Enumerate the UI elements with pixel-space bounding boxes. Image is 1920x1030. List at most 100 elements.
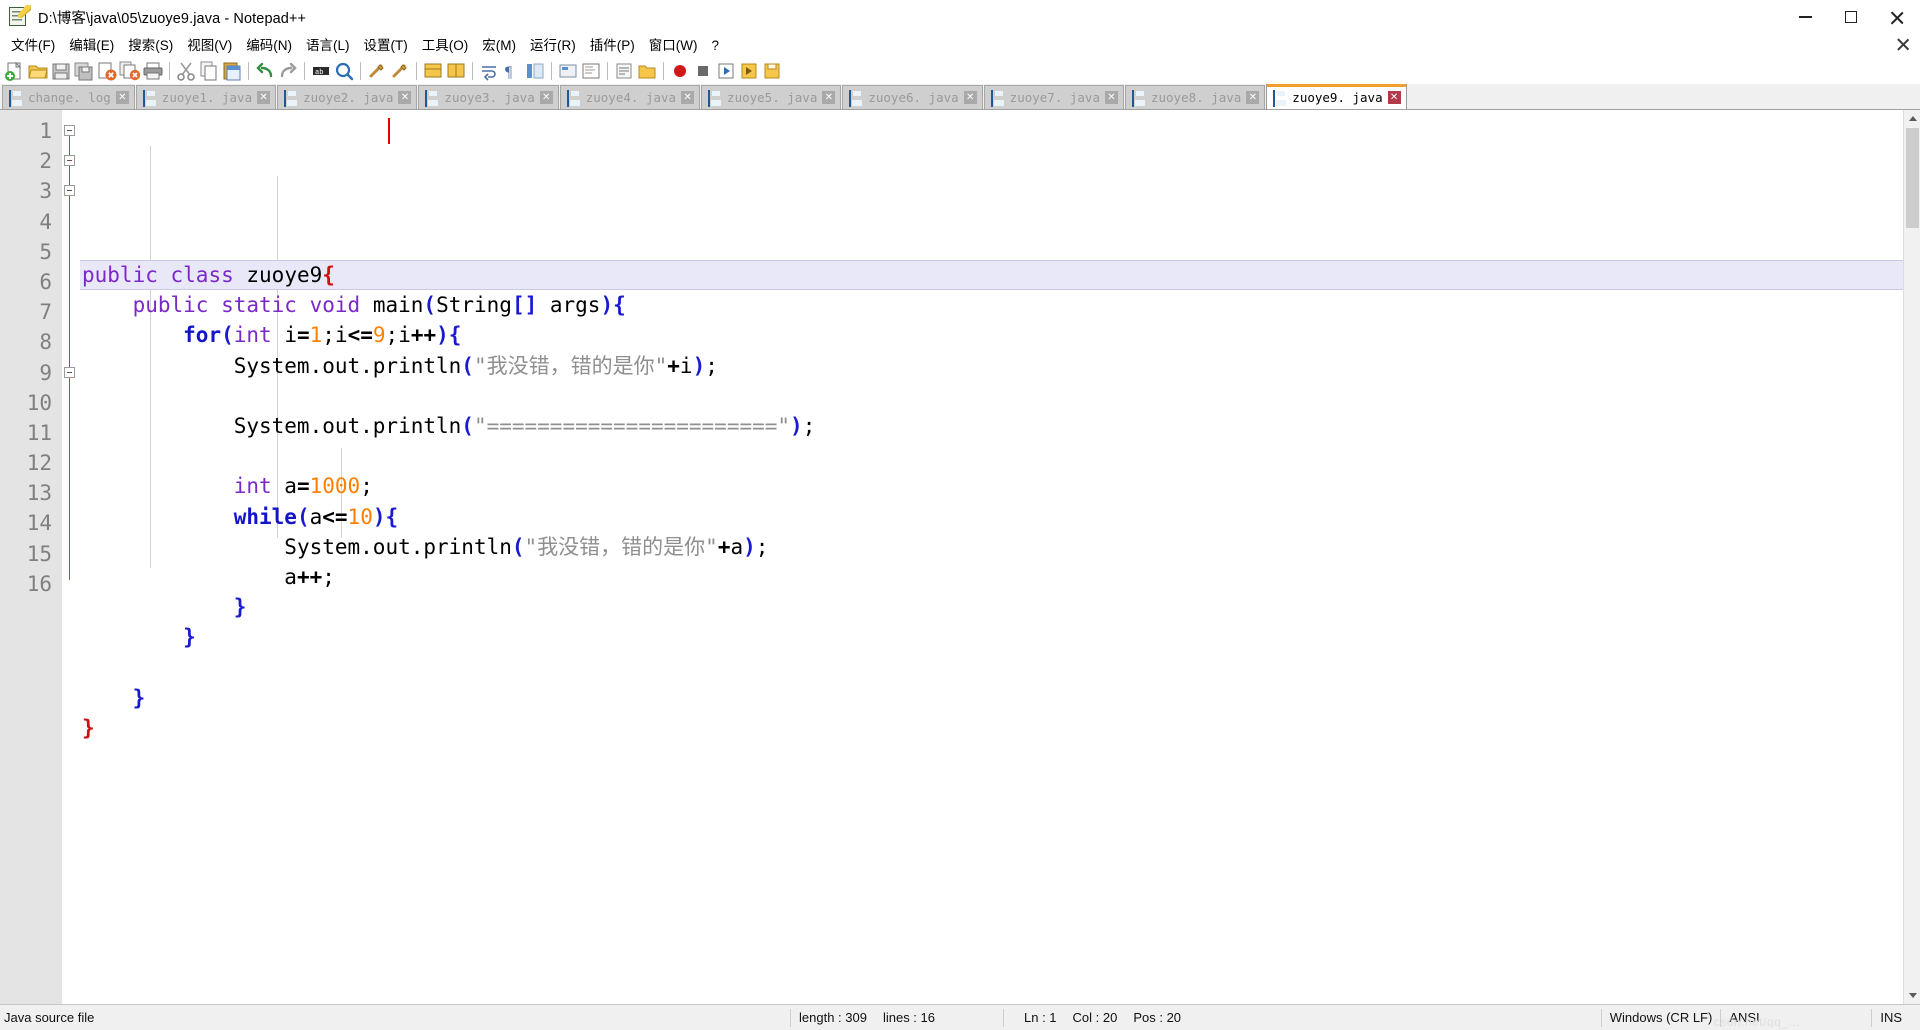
zoom-out-icon[interactable] — [389, 60, 411, 82]
code-line[interactable] — [80, 652, 1920, 682]
save-icon[interactable] — [50, 60, 72, 82]
menu-edit[interactable]: 编辑(E) — [62, 35, 121, 57]
maximize-button[interactable] — [1828, 0, 1874, 34]
code-line[interactable]: } — [80, 622, 1920, 652]
macro-save-icon[interactable] — [761, 60, 783, 82]
menu-encoding[interactable]: 编码(N) — [239, 35, 299, 57]
print-icon[interactable] — [142, 60, 164, 82]
undo-icon[interactable] — [254, 60, 276, 82]
tab-close-icon[interactable]: ✕ — [1246, 91, 1260, 104]
indent-guide-icon[interactable] — [524, 60, 546, 82]
tab-close-icon[interactable]: ✕ — [1104, 91, 1118, 104]
document-tab-bar[interactable]: change. log ✕ zuoye1. java ✕ zuoye2. java ✕ zu… — [0, 84, 1920, 110]
tab-close-icon[interactable]: ✕ — [822, 91, 836, 104]
code-line[interactable]: public static void main(String[] args){ — [80, 290, 1920, 320]
menu-run[interactable]: 运行(R) — [523, 35, 583, 57]
line-number: 5 — [39, 239, 52, 264]
code-token: ; — [802, 413, 816, 438]
code-line[interactable]: } — [80, 592, 1920, 622]
code-line[interactable]: a++; — [80, 562, 1920, 592]
scrollbar-thumb[interactable] — [1906, 128, 1919, 228]
code-line[interactable]: System.out.println("我没错，错的是你"+a); — [80, 532, 1920, 562]
tab-zuoye1[interactable]: zuoye1. java ✕ — [135, 85, 277, 109]
fold-collapse-icon[interactable] — [64, 125, 75, 136]
menu-view[interactable]: 视图(V) — [180, 35, 239, 57]
scroll-down-arrow-icon[interactable] — [1904, 987, 1920, 1004]
line-number: 12 — [26, 451, 52, 476]
code-line[interactable]: for(int i=1;i<=9;i++){ — [80, 320, 1920, 350]
redo-icon[interactable] — [277, 60, 299, 82]
code-canvas[interactable]: public class zuoye9{ public static void … — [80, 110, 1920, 1004]
code-line[interactable]: } — [80, 683, 1920, 713]
tab-zuoye2[interactable]: zuoye2. java ✕ — [277, 85, 418, 109]
cut-icon[interactable] — [175, 60, 197, 82]
tab-zuoye6[interactable]: zuoye6. java ✕ — [842, 85, 983, 109]
macro-record-icon[interactable] — [669, 60, 691, 82]
tab-zuoye4[interactable]: zuoye4. java ✕ — [559, 85, 701, 109]
menu-search[interactable]: 搜索(S) — [121, 35, 180, 57]
menu-settings[interactable]: 设置(T) — [357, 35, 415, 57]
tab-zuoye8[interactable]: zuoye8. java ✕ — [1124, 85, 1266, 109]
editor-area[interactable]: 1 2 3 4 5 6 7 8 9 10 11 12 13 14 15 16 public class zuo… — [0, 110, 1920, 1004]
close-window-button[interactable] — [1874, 0, 1920, 34]
menu-tools[interactable]: 工具(O) — [415, 35, 476, 57]
menu-file[interactable]: 文件(F) — [4, 35, 62, 57]
sync-vertical-scroll-icon[interactable] — [422, 60, 444, 82]
tab-close-icon[interactable]: ✕ — [1387, 91, 1401, 104]
tab-change-log[interactable]: change. log ✕ — [2, 85, 135, 109]
code-line[interactable]: public class zuoye9{ — [80, 260, 1920, 291]
word-wrap-icon[interactable] — [478, 60, 500, 82]
menu-language[interactable]: 语言(L) — [299, 35, 357, 57]
fold-collapse-icon[interactable] — [64, 366, 75, 378]
close-all-icon[interactable] — [119, 60, 141, 82]
tab-close-icon[interactable]: ✕ — [398, 91, 412, 104]
copy-icon[interactable] — [198, 60, 220, 82]
new-file-icon[interactable] — [4, 60, 26, 82]
minimize-button[interactable] — [1782, 0, 1828, 34]
tab-zuoye5[interactable]: zuoye5. java ✕ — [701, 85, 842, 109]
function-list-icon[interactable] — [613, 60, 635, 82]
macro-play-icon[interactable] — [715, 60, 737, 82]
code-folding-margin[interactable] — [62, 110, 80, 1004]
find-icon[interactable]: ab — [310, 60, 332, 82]
folder-as-workspace-icon[interactable] — [636, 60, 658, 82]
macro-stop-icon[interactable] — [692, 60, 714, 82]
scroll-up-arrow-icon[interactable] — [1904, 110, 1920, 127]
zoom-in-icon[interactable] — [366, 60, 388, 82]
code-line[interactable]: System.out.println("我没错，错的是你"+i); — [80, 351, 1920, 381]
tab-zuoye7[interactable]: zuoye7. java ✕ — [983, 85, 1124, 109]
tab-close-icon[interactable]: ✕ — [115, 91, 129, 104]
menu-help[interactable]: ? — [704, 35, 726, 57]
tab-close-icon[interactable]: ✕ — [963, 91, 977, 104]
save-all-icon[interactable] — [73, 60, 95, 82]
editor-vertical-scrollbar[interactable] — [1903, 110, 1920, 1004]
menu-window[interactable]: 窗口(W) — [642, 35, 705, 57]
code-line[interactable] — [80, 441, 1920, 471]
sync-horizontal-scroll-icon[interactable] — [445, 60, 467, 82]
document-map-icon[interactable] — [580, 60, 602, 82]
tab-close-icon[interactable]: ✕ — [681, 91, 695, 104]
user-defined-dialog-icon[interactable] — [557, 60, 579, 82]
open-file-icon[interactable] — [27, 60, 49, 82]
line-number: 4 — [39, 209, 52, 234]
tab-close-icon[interactable]: ✕ — [257, 91, 271, 104]
fold-collapse-icon[interactable] — [64, 155, 75, 167]
tab-zuoye3[interactable]: zuoye3. java ✕ — [418, 85, 559, 109]
tab-zuoye9[interactable]: zuoye9. java ✕ — [1266, 84, 1407, 109]
tab-close-icon[interactable]: ✕ — [539, 91, 553, 104]
show-all-chars-icon[interactable]: ¶ — [501, 60, 523, 82]
code-line[interactable] — [80, 381, 1920, 411]
fold-collapse-icon[interactable] — [64, 185, 75, 197]
close-file-icon[interactable] — [96, 60, 118, 82]
code-line[interactable]: System.out.println("====================… — [80, 411, 1920, 441]
replace-icon[interactable] — [333, 60, 355, 82]
paste-icon[interactable] — [221, 60, 243, 82]
code-line[interactable]: while(a<=10){ — [80, 502, 1920, 532]
code-line[interactable]: int a=1000; — [80, 471, 1920, 501]
macro-playback-multiple-icon[interactable] — [738, 60, 760, 82]
menu-plugins[interactable]: 插件(P) — [583, 35, 642, 57]
code-line[interactable]: } — [80, 713, 1920, 743]
menu-macro[interactable]: 宏(M) — [475, 35, 523, 57]
close-document-icon[interactable] — [1896, 37, 1910, 51]
